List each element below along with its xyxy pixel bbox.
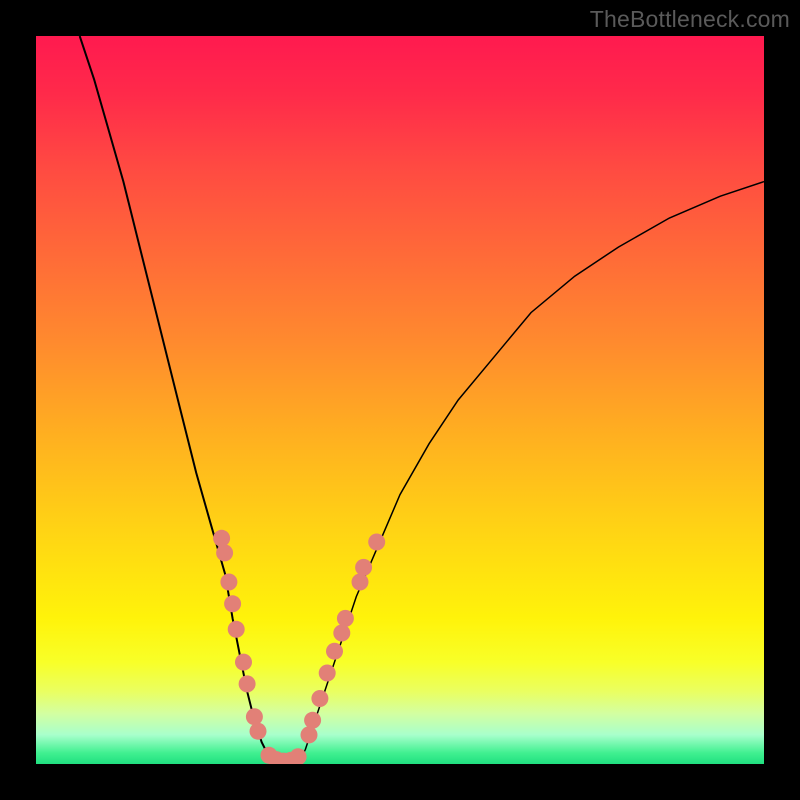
data-marker bbox=[352, 574, 369, 591]
plot-area bbox=[36, 36, 764, 764]
data-marker bbox=[246, 708, 263, 725]
data-marker bbox=[250, 723, 267, 740]
data-marker bbox=[216, 544, 233, 561]
data-marker bbox=[213, 530, 230, 547]
data-marker bbox=[311, 690, 328, 707]
data-marker bbox=[235, 654, 252, 671]
right-curve bbox=[298, 182, 764, 764]
data-marker bbox=[228, 621, 245, 638]
data-marker bbox=[239, 675, 256, 692]
data-marker bbox=[368, 534, 385, 551]
data-marker bbox=[301, 726, 318, 743]
outer-frame: TheBottleneck.com bbox=[0, 0, 800, 800]
attribution-label: TheBottleneck.com bbox=[590, 6, 790, 33]
data-marker bbox=[220, 574, 237, 591]
data-marker bbox=[355, 559, 372, 576]
data-marker bbox=[337, 610, 354, 627]
data-marker bbox=[333, 625, 350, 642]
chart-overlay bbox=[36, 36, 764, 764]
data-marker bbox=[224, 595, 241, 612]
data-marker bbox=[304, 712, 321, 729]
data-marker bbox=[326, 643, 343, 660]
data-marker bbox=[319, 665, 336, 682]
